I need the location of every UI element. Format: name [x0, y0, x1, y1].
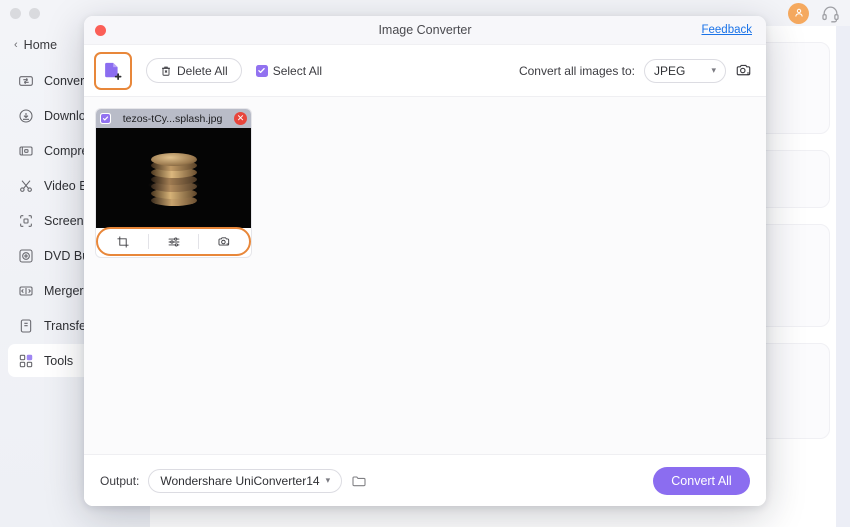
format-value: JPEG: [654, 63, 686, 78]
remove-file-icon[interactable]: ✕: [234, 112, 247, 125]
titlebar-actions: [788, 0, 840, 26]
window-minimize-button[interactable]: [29, 7, 40, 19]
content-right-rail: [836, 26, 850, 527]
checkbox-checked-icon: [255, 64, 268, 77]
effect-icon: [217, 235, 231, 249]
folder-icon[interactable]: [351, 473, 367, 489]
file-list-area: tezos-tCy...splash.jpg ✕: [84, 96, 766, 454]
effect-tool[interactable]: [199, 229, 249, 254]
sidebar-home-label: Home: [23, 38, 58, 52]
sidebar-item-label: Merger: [44, 283, 84, 298]
merge-icon: [18, 283, 34, 299]
crop-tool[interactable]: [98, 229, 148, 254]
compress-icon: [18, 143, 34, 159]
output-path-select[interactable]: Wondershare UniConverter14 ▾: [148, 468, 343, 493]
image-converter-dialog: Image Converter Feedback Delete All Sele…: [84, 16, 766, 506]
output-path-value: Wondershare UniConverter14: [160, 473, 320, 488]
record-icon: [18, 213, 34, 229]
dialog-toolbar: Delete All Select All Convert all images…: [84, 45, 766, 96]
select-all-checkbox[interactable]: Select All: [255, 63, 323, 78]
format-select[interactable]: JPEG ▾: [644, 58, 726, 83]
coin-top: [150, 153, 197, 166]
chevron-down-icon: ▾: [325, 475, 331, 485]
user-avatar-icon[interactable]: [788, 2, 809, 24]
disc-icon: [18, 248, 34, 264]
converter-icon: [18, 73, 34, 89]
convert-format-group: Convert all images to: JPEG ▾: [518, 58, 752, 83]
transfer-icon: [18, 318, 34, 334]
delete-all-label: Delete All: [177, 63, 228, 78]
file-name: tezos-tCy...splash.jpg: [122, 112, 223, 125]
file-thumbnail[interactable]: [96, 128, 251, 228]
select-all-label: Select All: [272, 63, 323, 78]
back-chevron-icon: ‹: [14, 39, 18, 51]
file-card-header: tezos-tCy...splash.jpg ✕: [96, 109, 251, 128]
dialog-title: Image Converter: [378, 23, 472, 37]
file-checkbox[interactable]: [100, 113, 111, 124]
headset-icon[interactable]: [821, 4, 840, 23]
coin-stack-illustration: [150, 150, 197, 206]
delete-all-button[interactable]: Delete All: [146, 58, 242, 83]
dialog-footer: Output: Wondershare UniConverter14 ▾ Con…: [84, 454, 766, 506]
adjust-tool[interactable]: [149, 229, 199, 254]
adjust-icon: [167, 235, 181, 249]
trash-icon: [160, 65, 172, 77]
feedback-link[interactable]: Feedback: [701, 24, 752, 36]
scissors-icon: [18, 178, 34, 194]
add-file-icon: [102, 60, 124, 82]
file-card[interactable]: tezos-tCy...splash.jpg ✕: [96, 109, 251, 257]
window-traffic-lights: [10, 7, 40, 19]
tools-grid-icon: [18, 353, 34, 369]
sidebar-item-label: Tools: [44, 353, 74, 368]
image-settings-icon[interactable]: [735, 62, 752, 79]
convert-to-label: Convert all images to:: [518, 63, 635, 78]
add-file-button[interactable]: [94, 51, 132, 90]
close-dot-icon[interactable]: [95, 24, 106, 36]
convert-all-button[interactable]: Convert All: [653, 466, 750, 495]
file-card-toolbar: [96, 227, 251, 256]
checkbox-checked-icon: [101, 114, 110, 123]
output-label: Output:: [100, 473, 140, 488]
crop-icon: [116, 235, 130, 249]
window-close-button[interactable]: [10, 7, 21, 19]
chevron-down-icon: ▾: [711, 65, 716, 75]
dialog-titlebar: Image Converter Feedback: [84, 16, 766, 45]
download-icon: [18, 108, 34, 124]
